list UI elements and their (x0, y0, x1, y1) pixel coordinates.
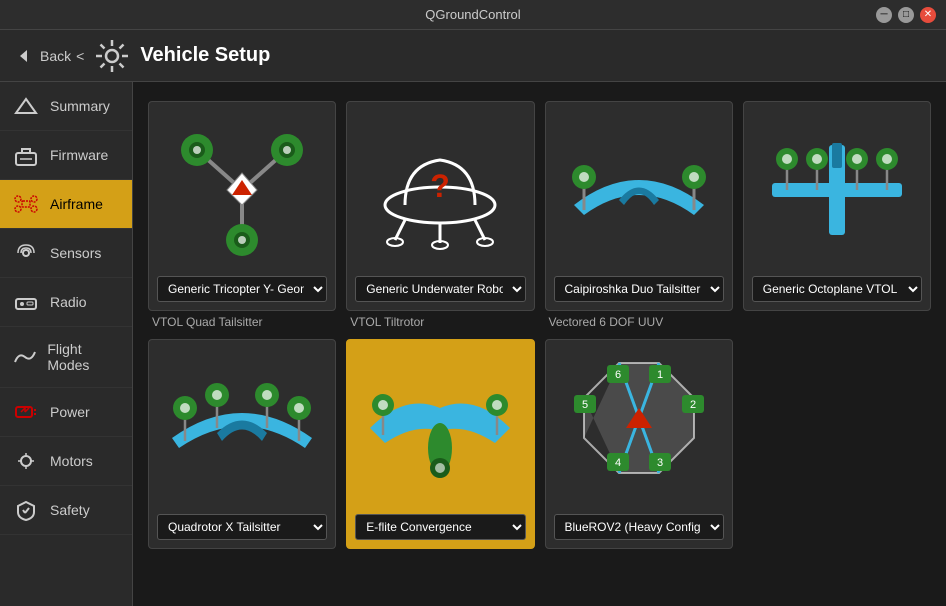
flight-modes-label: Flight Modes (47, 341, 120, 373)
octoplane-image (752, 110, 922, 270)
sidebar-item-sensors[interactable]: Sensors (0, 229, 132, 278)
sidebar-item-flight-modes[interactable]: Flight Modes (0, 327, 132, 388)
titlebar: QGroundControl ─ □ ✕ (0, 0, 946, 30)
svg-text:4: 4 (615, 457, 621, 469)
radio-icon (12, 292, 40, 312)
power-icon (12, 402, 40, 422)
empty-slot (743, 339, 931, 549)
motors-icon (12, 451, 40, 471)
airframe-card-octoplane[interactable]: Generic Octoplane VTOL (743, 101, 931, 311)
page-title: Vehicle Setup (140, 44, 270, 67)
row1-type-labels: VTOL Quad Tailsitter VTOL Tiltrotor Vect… (148, 315, 931, 329)
type-label-octoplane (743, 315, 931, 329)
eflite-select[interactable]: E-flite Convergence (355, 514, 525, 540)
airframe-label: Airframe (50, 196, 103, 212)
safety-label: Safety (50, 502, 90, 518)
safety-icon (12, 500, 40, 520)
summary-icon (12, 96, 40, 116)
sidebar-item-radio[interactable]: Radio (0, 278, 132, 327)
header: Back < Vehicle Setup (0, 30, 946, 82)
airframe-row1: Generic Tricopter Y- Geometry ? (148, 101, 931, 311)
underwater-image: ? (355, 110, 525, 270)
gear-icon (94, 38, 130, 74)
tricopter-select[interactable]: Generic Tricopter Y- Geometry (157, 276, 327, 302)
back-label: Back (40, 48, 71, 64)
sidebar: Summary Firmware (0, 82, 133, 606)
airframe-card-eflite[interactable]: E-flite Convergence (346, 339, 534, 549)
app-title: QGroundControl (70, 7, 876, 22)
eflite-image (355, 348, 525, 508)
svg-text:?: ? (431, 168, 451, 204)
back-button[interactable]: Back < (15, 46, 84, 66)
svg-text:6: 6 (615, 369, 621, 381)
radio-label: Radio (50, 294, 87, 310)
svg-text:3: 3 (657, 457, 663, 469)
main-layout: Summary Firmware (0, 82, 946, 606)
airframe-card-bluerov[interactable]: 1 2 3 4 5 (545, 339, 733, 549)
sidebar-item-summary[interactable]: Summary (0, 82, 132, 131)
svg-text:5: 5 (582, 399, 588, 411)
sensors-icon (12, 243, 40, 263)
summary-label: Summary (50, 98, 110, 114)
caipiroshka-select[interactable]: Caipiroshka Duo Tailsitter (554, 276, 724, 302)
airframe-card-underwater[interactable]: ? Generic Underwater Robot (346, 101, 534, 311)
type-label-caipiroshka: Vectored 6 DOF UUV (545, 315, 733, 329)
airframe-card-caipiroshka[interactable]: Caipiroshka Duo Tailsitter (545, 101, 733, 311)
power-label: Power (50, 404, 90, 420)
flight-modes-icon (12, 347, 37, 367)
sidebar-item-motors[interactable]: Motors (0, 437, 132, 486)
sidebar-item-safety[interactable]: Safety (0, 486, 132, 535)
tricopter-image (157, 110, 327, 270)
close-button[interactable]: ✕ (920, 7, 936, 23)
minimize-button[interactable]: ─ (876, 7, 892, 23)
bluerov-image: 1 2 3 4 5 (554, 348, 724, 508)
svg-text:1: 1 (657, 369, 663, 381)
octoplane-select[interactable]: Generic Octoplane VTOL (752, 276, 922, 302)
maximize-button[interactable]: □ (898, 7, 914, 23)
back-arrow-icon (15, 46, 35, 66)
airframe-row2: Quadrotor X Tailsitter (148, 339, 931, 549)
airframe-icon (12, 194, 40, 214)
window-controls: ─ □ ✕ (876, 7, 936, 23)
sidebar-item-power[interactable]: Power (0, 388, 132, 437)
airframe-card-quadrotor[interactable]: Quadrotor X Tailsitter (148, 339, 336, 549)
firmware-icon (12, 145, 40, 165)
svg-text:2: 2 (690, 399, 696, 411)
motors-label: Motors (50, 453, 93, 469)
bluerov-select[interactable]: BlueROV2 (Heavy Configuration (554, 514, 724, 540)
sidebar-item-airframe[interactable]: Airframe (0, 180, 132, 229)
caipiroshka-image (554, 110, 724, 270)
separator: < (76, 48, 84, 64)
type-label-underwater: VTOL Tiltrotor (346, 315, 534, 329)
quadrotor-select[interactable]: Quadrotor X Tailsitter (157, 514, 327, 540)
firmware-label: Firmware (50, 147, 108, 163)
underwater-select[interactable]: Generic Underwater Robot (355, 276, 525, 302)
content-area: Generic Tricopter Y- Geometry ? (133, 82, 946, 606)
sidebar-item-firmware[interactable]: Firmware (0, 131, 132, 180)
type-label-tricopter: VTOL Quad Tailsitter (148, 315, 336, 329)
quadrotor-image (157, 348, 327, 508)
airframe-card-tricopter[interactable]: Generic Tricopter Y- Geometry (148, 101, 336, 311)
sensors-label: Sensors (50, 245, 101, 261)
